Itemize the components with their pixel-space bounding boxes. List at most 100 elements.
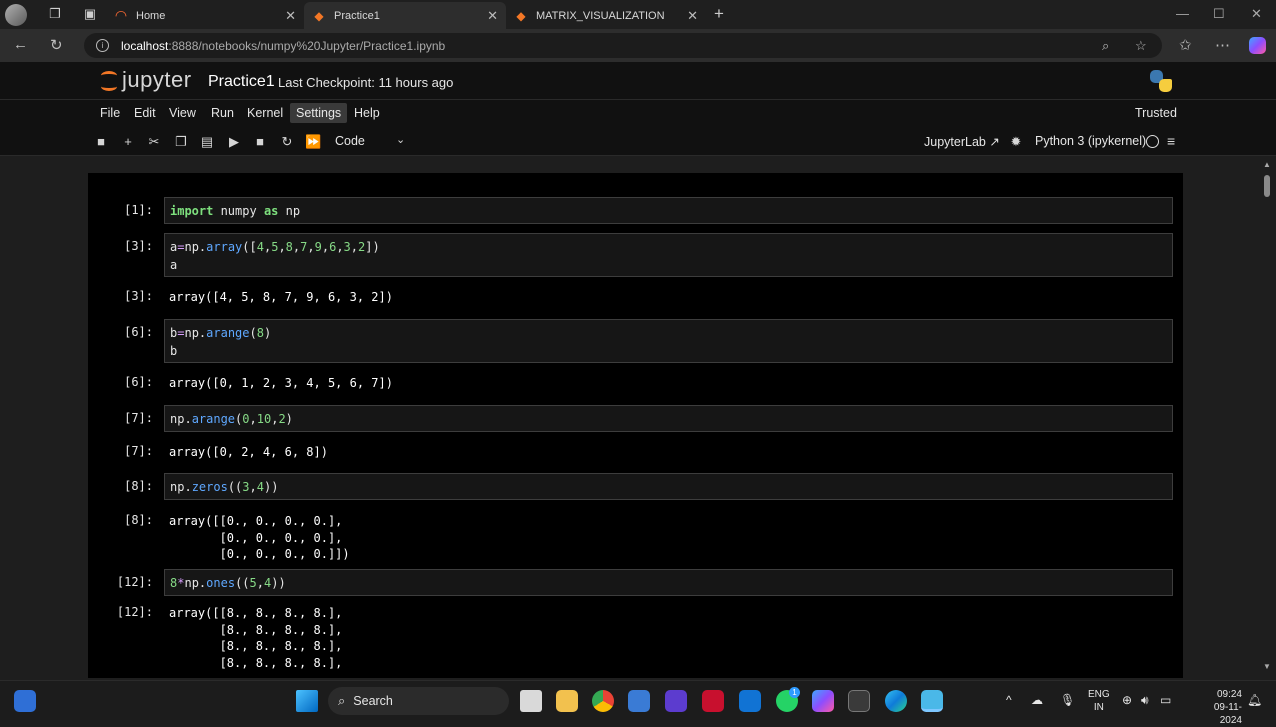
- kernel-name[interactable]: Python 3 (ipykernel): [1035, 134, 1146, 148]
- cell-output: array([0, 1, 2, 3, 4, 5, 6, 7]): [169, 376, 393, 390]
- tab-label: Practice1: [334, 9, 380, 22]
- search-icon: ⌕: [338, 693, 346, 708]
- restart-run-all-icon[interactable]: ⏩: [305, 134, 321, 150]
- microphone-icon[interactable]: 🎙︎: [1060, 693, 1075, 707]
- notebook-title[interactable]: Practice1: [208, 73, 275, 91]
- code-line: a=np.array([4,5,8,7,9,6,3,2]) a: [170, 240, 380, 272]
- cut-icon[interactable]: ✂: [146, 134, 162, 150]
- code-editor[interactable]: 8*np.ones((5,4)): [164, 569, 1173, 596]
- close-tab-icon[interactable]: ✕: [487, 8, 498, 24]
- code-editor[interactable]: a=np.array([4,5,8,7,9,6,3,2]) a: [164, 233, 1173, 277]
- back-arrow-icon[interactable]: ←: [13, 36, 28, 53]
- restart-icon[interactable]: ↻: [279, 134, 295, 150]
- menu-file[interactable]: File: [94, 106, 126, 120]
- terminal-icon[interactable]: [848, 690, 870, 712]
- store-icon[interactable]: [628, 690, 650, 712]
- mcafee-icon[interactable]: [702, 690, 724, 712]
- refresh-icon[interactable]: ↻: [50, 36, 63, 54]
- code-editor[interactable]: b=np.arange(8) b: [164, 319, 1173, 363]
- output-prompt: [3]:: [124, 289, 153, 303]
- chevron-down-icon[interactable]: ⌄: [396, 133, 405, 146]
- hamburger-menu-icon[interactable]: ≡: [1167, 133, 1175, 149]
- close-window-icon[interactable]: ✕: [1251, 6, 1262, 22]
- output-prompt: [8]:: [124, 513, 153, 527]
- copilot-taskbar-icon[interactable]: [812, 690, 834, 712]
- code-line: np.zeros((3,4)): [170, 480, 279, 494]
- tab-matrix-visualization[interactable]: ◆ MATRIX_VISUALIZATION ✕: [506, 2, 706, 29]
- network-icon[interactable]: ⊕: [1122, 693, 1132, 707]
- open-jupyterlab-link[interactable]: JupyterLab ↗: [924, 134, 1000, 149]
- favorite-star-icon[interactable]: ☆: [1135, 38, 1147, 54]
- zoom-icon[interactable]: ⌕: [1102, 38, 1109, 54]
- task-view-icon[interactable]: [520, 690, 542, 712]
- output-prompt: [12]:: [116, 605, 153, 619]
- code-editor[interactable]: np.arange(0,10,2): [164, 405, 1173, 432]
- trusted-indicator[interactable]: Trusted: [1135, 106, 1177, 120]
- menu-edit[interactable]: Edit: [128, 106, 162, 120]
- close-tab-icon[interactable]: ✕: [687, 8, 698, 24]
- address-bar[interactable]: i localhost:8888/notebooks/numpy%20Jupyt…: [84, 33, 1162, 58]
- onedrive-icon[interactable]: ☁: [1031, 693, 1043, 707]
- scroll-down-icon[interactable]: ▼: [1263, 662, 1271, 671]
- code-editor[interactable]: import numpy as np: [164, 197, 1173, 224]
- scroll-up-icon[interactable]: ▲: [1263, 160, 1271, 169]
- widgets-icon[interactable]: [14, 690, 36, 712]
- profile-avatar[interactable]: [5, 3, 27, 26]
- site-info-icon[interactable]: i: [96, 39, 109, 52]
- stop-icon[interactable]: ■: [252, 134, 268, 149]
- paste-icon[interactable]: ▤: [199, 134, 215, 150]
- insert-cell-icon[interactable]: +: [120, 134, 136, 149]
- maximize-icon[interactable]: ☐: [1213, 6, 1225, 22]
- cell-type-select[interactable]: Code: [335, 134, 365, 148]
- tab-label: MATRIX_VISUALIZATION: [536, 9, 665, 22]
- battery-icon[interactable]: ▭: [1160, 693, 1171, 707]
- tab-actions-icon[interactable]: ▣: [80, 4, 100, 24]
- tab-home[interactable]: ◠ Home ✕: [106, 2, 304, 29]
- windows-taskbar: ⌕ Search 1 ^ ☁ 🎙︎ ENG IN ⊕ 🔊︎ ▭ 09:24 09-1…: [0, 680, 1276, 726]
- save-icon[interactable]: ■: [93, 134, 109, 149]
- jupyter-logo-text: jupyter: [122, 67, 192, 92]
- code-line: import numpy as np: [170, 204, 301, 218]
- python-logo-icon: [1150, 70, 1172, 92]
- cell-output: array([[8., 8., 8., 8.], [8., 8., 8., 8.…: [169, 606, 343, 670]
- workspaces-icon[interactable]: ❐: [45, 4, 65, 24]
- more-menu-icon[interactable]: ⋯: [1215, 36, 1230, 54]
- menu-settings[interactable]: Settings: [290, 103, 348, 123]
- menu-run[interactable]: Run: [205, 106, 240, 120]
- whatsapp-badge: 1: [789, 687, 800, 698]
- input-prompt: [1]:: [124, 203, 153, 217]
- notification-bell-icon[interactable]: 🔔︎: [1247, 693, 1262, 707]
- chrome-icon[interactable]: [592, 690, 614, 712]
- taskbar-search[interactable]: ⌕ Search: [328, 687, 509, 715]
- code-editor[interactable]: np.zeros((3,4)): [164, 473, 1173, 500]
- show-hidden-icons-icon[interactable]: ^: [1006, 693, 1012, 707]
- notepad-icon[interactable]: [921, 690, 943, 712]
- file-explorer-icon[interactable]: [556, 690, 578, 712]
- jupyter-notebook-icon: ◆: [516, 8, 526, 23]
- debugger-bug-icon[interactable]: ✹: [1008, 134, 1024, 150]
- menu-view[interactable]: View: [163, 106, 202, 120]
- favorites-icon[interactable]: ✩: [1179, 36, 1192, 54]
- menu-kernel[interactable]: Kernel: [241, 106, 289, 120]
- copilot-icon[interactable]: [1249, 37, 1266, 54]
- system-clock[interactable]: 09:24 09-11-2024: [1214, 688, 1242, 727]
- close-tab-icon[interactable]: ✕: [285, 8, 296, 24]
- input-prompt: [7]:: [124, 411, 153, 425]
- vertical-scrollbar[interactable]: ▲ ▼: [1262, 157, 1272, 678]
- language-indicator[interactable]: ENG IN: [1088, 688, 1110, 714]
- start-windows-icon[interactable]: [296, 690, 318, 712]
- new-tab-icon[interactable]: +: [714, 4, 724, 24]
- menu-help[interactable]: Help: [348, 106, 386, 120]
- copy-icon[interactable]: ❐: [173, 134, 189, 150]
- volume-icon[interactable]: 🔊︎: [1141, 693, 1149, 708]
- input-prompt: [3]:: [124, 239, 153, 253]
- minimize-icon[interactable]: —: [1176, 6, 1189, 21]
- notebook-toolbar: ■ + ✂ ❐ ▤ ▶ ■ ↻ ⏩ Code ⌄ JupyterLab ↗ ✹ …: [0, 128, 1276, 156]
- edge-icon[interactable]: [885, 690, 907, 712]
- run-icon[interactable]: ▶: [226, 134, 242, 150]
- outlook-icon[interactable]: [739, 690, 761, 712]
- tab-practice1[interactable]: ◆ Practice1 ✕: [304, 2, 506, 29]
- visual-studio-icon[interactable]: [665, 690, 687, 712]
- jupyter-logo[interactable]: jupyter: [100, 67, 192, 93]
- scrollbar-thumb[interactable]: [1264, 175, 1270, 197]
